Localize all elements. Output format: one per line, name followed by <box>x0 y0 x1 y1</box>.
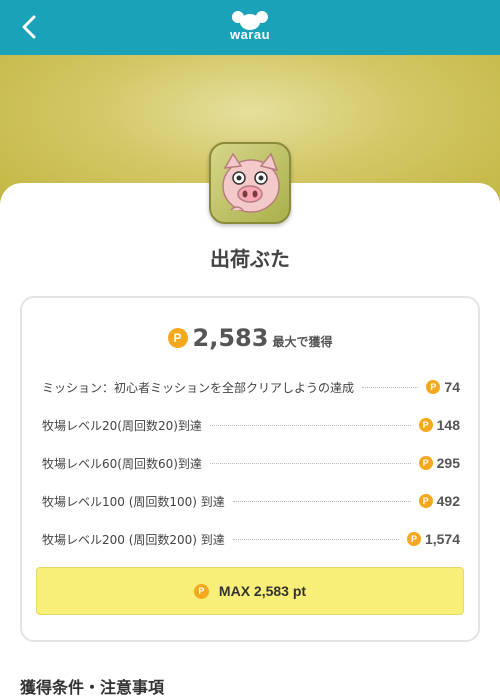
point-coin-icon: P <box>406 532 421 546</box>
points-value: 74 <box>444 379 460 395</box>
total-points: P 2,583 最大で獲得 <box>22 324 478 352</box>
point-coin-icon: P <box>418 418 433 432</box>
dotted-leader <box>362 386 419 388</box>
logo-text: warau <box>229 27 271 42</box>
dotted-leader <box>232 538 399 540</box>
max-points-button[interactable]: P MAX 2,583 pt <box>36 567 464 615</box>
point-coin-icon: P <box>418 494 433 508</box>
point-coin-icon: P <box>418 456 433 470</box>
condition-label: 牧場レベル20(周回数20)到達 <box>42 418 202 433</box>
condition-label: 牧場レベル60(周回数60)到達 <box>42 456 202 471</box>
list-item: 牧場レベル200 (周回数200) 到達 P 1,574 <box>42 520 460 558</box>
point-coin-icon: P <box>193 583 209 599</box>
list-item: ミッション：初心者ミッションを全部クリアしようの達成 P 74 <box>42 368 460 406</box>
condition-label: 牧場レベル100 (周回数100) 到達 <box>42 494 225 509</box>
list-item: 牧場レベル20(周回数20)到達 P 148 <box>42 406 460 444</box>
points-value: 1,574 <box>424 531 460 547</box>
warau-logo[interactable]: warau <box>230 9 270 42</box>
condition-label: ミッション：初心者ミッションを全部クリアしようの達成 <box>42 380 355 395</box>
top-bar: warau <box>0 0 500 55</box>
dotted-leader <box>232 500 411 502</box>
dotted-leader <box>209 462 411 464</box>
total-points-value: 2,583 <box>192 324 269 352</box>
points-list: ミッション：初心者ミッションを全部クリアしようの達成 P 74 牧場レベル20(… <box>42 368 460 558</box>
back-button[interactable] <box>14 12 44 42</box>
condition-label: 牧場レベル200 (周回数200) 到達 <box>42 532 225 547</box>
points-value: 148 <box>436 417 460 433</box>
point-coin-icon: P <box>167 328 188 348</box>
total-points-suffix: 最大で獲得 <box>272 335 333 349</box>
points-value: 492 <box>436 493 460 509</box>
point-coin-icon: P <box>426 380 441 394</box>
max-points-label: MAX 2,583 pt <box>218 583 307 599</box>
app-title: 出荷ぶた <box>210 247 290 271</box>
list-item: 牧場レベル60(周回数60)到達 P 295 <box>42 444 460 482</box>
points-card: P 2,583 最大で獲得 ミッション：初心者ミッションを全部クリアしようの達成… <box>20 296 480 642</box>
chevron-left-icon <box>22 15 36 39</box>
list-item: 牧場レベル100 (周回数100) 到達 P 492 <box>42 482 460 520</box>
pig-icon <box>222 152 280 213</box>
dotted-leader <box>209 424 411 426</box>
points-value: 295 <box>436 455 460 471</box>
conditions-heading: 獲得条件・注意事項 <box>20 678 165 697</box>
app-icon <box>209 142 291 224</box>
